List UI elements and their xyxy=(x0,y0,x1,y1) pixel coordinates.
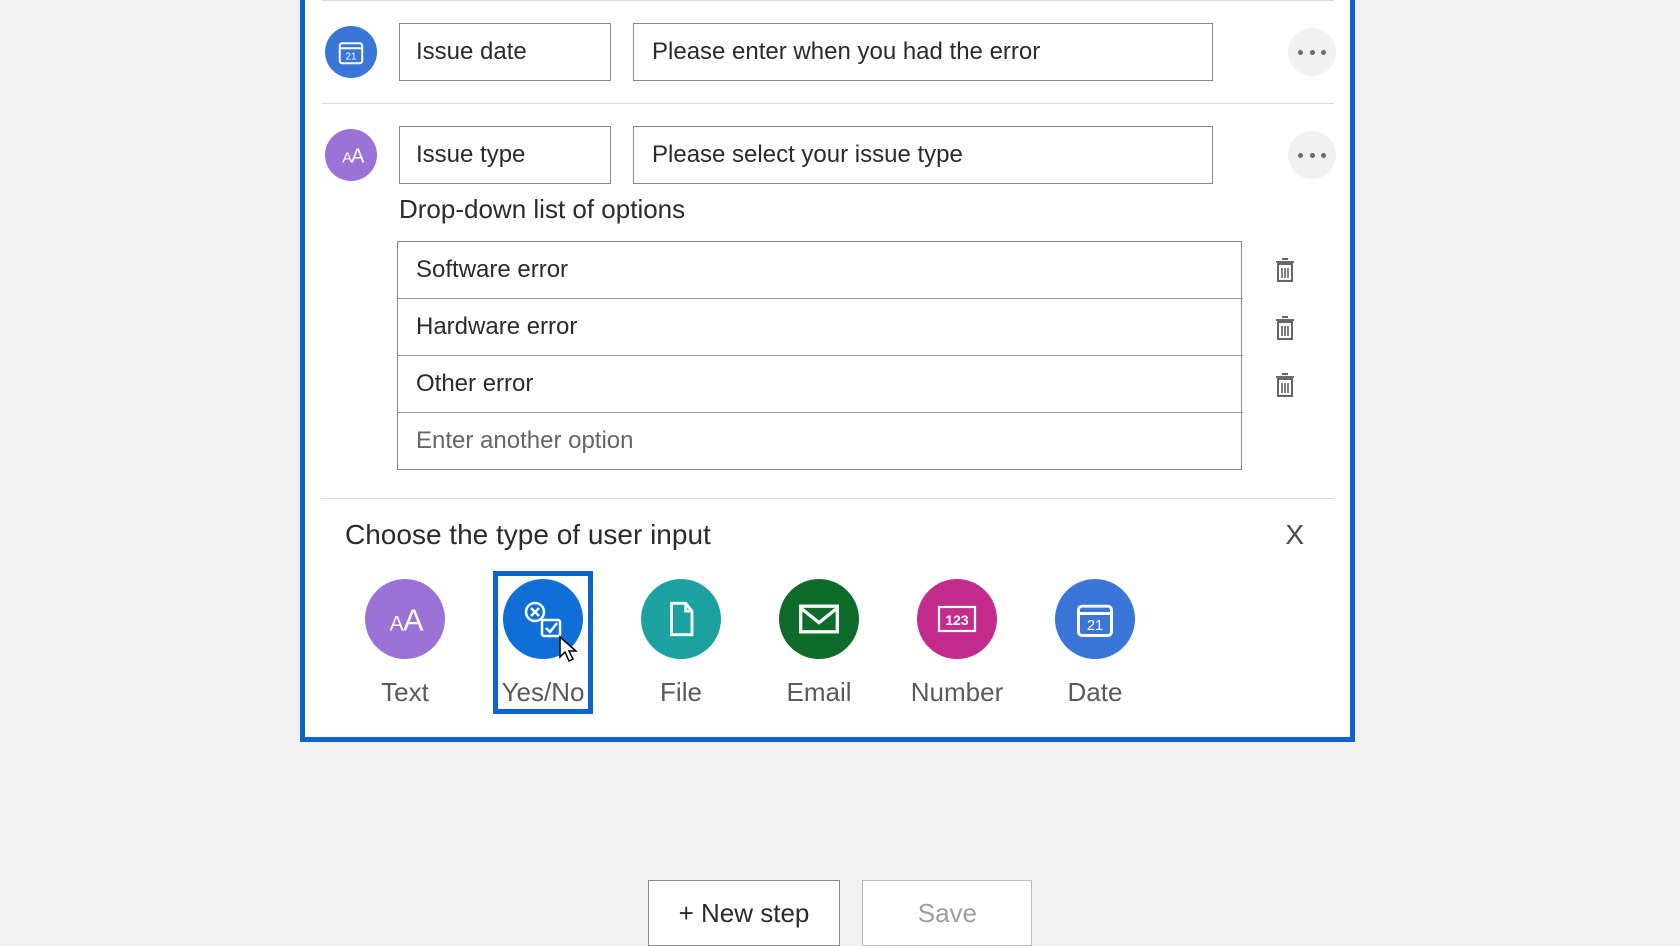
option-row: Hardware error xyxy=(397,299,1336,356)
yesno-icon xyxy=(503,579,583,659)
number-icon: 123 xyxy=(917,579,997,659)
type-label: Number xyxy=(911,677,1003,708)
input-description-field[interactable]: Please enter when you had the error xyxy=(633,23,1213,81)
svg-text:21: 21 xyxy=(1087,618,1103,634)
type-options-list: A A Text xyxy=(345,551,1310,722)
input-type-chooser: Choose the type of user input X A A Text xyxy=(321,498,1334,732)
email-icon xyxy=(779,579,859,659)
type-label: Yes/No xyxy=(502,677,585,708)
type-label: File xyxy=(660,677,702,708)
chooser-title: Choose the type of user input xyxy=(345,519,711,551)
file-icon xyxy=(641,579,721,659)
ellipsis-icon xyxy=(1298,50,1326,55)
svg-text:A: A xyxy=(351,146,365,168)
option-row: Enter another option xyxy=(397,413,1336,470)
option-row: Software error xyxy=(397,241,1336,299)
input-type-date[interactable]: 21 Date xyxy=(1045,571,1145,714)
dropdown-option-input[interactable]: Software error xyxy=(398,242,1243,299)
dropdown-options-area: Drop-down list of options Software error… xyxy=(305,194,1350,498)
text-icon: A A xyxy=(365,579,445,659)
delete-option-button[interactable] xyxy=(1270,255,1300,285)
input-type-yesno[interactable]: Yes/No xyxy=(493,571,593,714)
input-row: 21 Issue date Please enter when you had … xyxy=(305,1,1350,103)
chooser-header: Choose the type of user input X xyxy=(345,519,1310,551)
bottom-action-bar: + New step Save xyxy=(610,880,1070,946)
date-icon: 21 xyxy=(1055,579,1135,659)
input-row: A A Issue type Please select your issue … xyxy=(305,104,1350,194)
type-label: Text xyxy=(381,677,429,708)
flow-trigger-card: 21 Issue date Please enter when you had … xyxy=(300,0,1355,742)
input-type-email[interactable]: Email xyxy=(769,571,869,714)
more-options-button[interactable] xyxy=(1288,28,1336,76)
dropdown-title: Drop-down list of options xyxy=(399,194,1336,225)
dropdown-option-input[interactable]: Other error xyxy=(398,356,1243,413)
option-row: Other error xyxy=(397,356,1336,413)
save-button[interactable]: Save xyxy=(862,880,1032,946)
delete-option-button[interactable] xyxy=(1270,370,1300,400)
svg-text:21: 21 xyxy=(345,52,357,63)
text-icon: A A xyxy=(325,129,377,181)
delete-option-button[interactable] xyxy=(1270,313,1300,343)
add-option-input[interactable]: Enter another option xyxy=(398,413,1243,469)
input-name-field[interactable]: Issue type xyxy=(399,126,611,184)
svg-text:123: 123 xyxy=(945,612,969,628)
input-description-field[interactable]: Please select your issue type xyxy=(633,126,1213,184)
date-icon: 21 xyxy=(325,26,377,78)
type-label: Email xyxy=(786,677,851,708)
dropdown-option-input[interactable]: Hardware error xyxy=(398,299,1243,356)
input-type-number[interactable]: 123 Number xyxy=(907,571,1007,714)
input-name-field[interactable]: Issue date xyxy=(399,23,611,81)
svg-text:A: A xyxy=(403,604,424,638)
close-chooser-button[interactable]: X xyxy=(1279,519,1310,551)
input-type-file[interactable]: File xyxy=(631,571,731,714)
input-type-text[interactable]: A A Text xyxy=(355,571,455,714)
ellipsis-icon xyxy=(1298,153,1326,158)
type-label: Date xyxy=(1068,677,1123,708)
more-options-button[interactable] xyxy=(1288,131,1336,179)
new-step-button[interactable]: + New step xyxy=(648,880,841,946)
